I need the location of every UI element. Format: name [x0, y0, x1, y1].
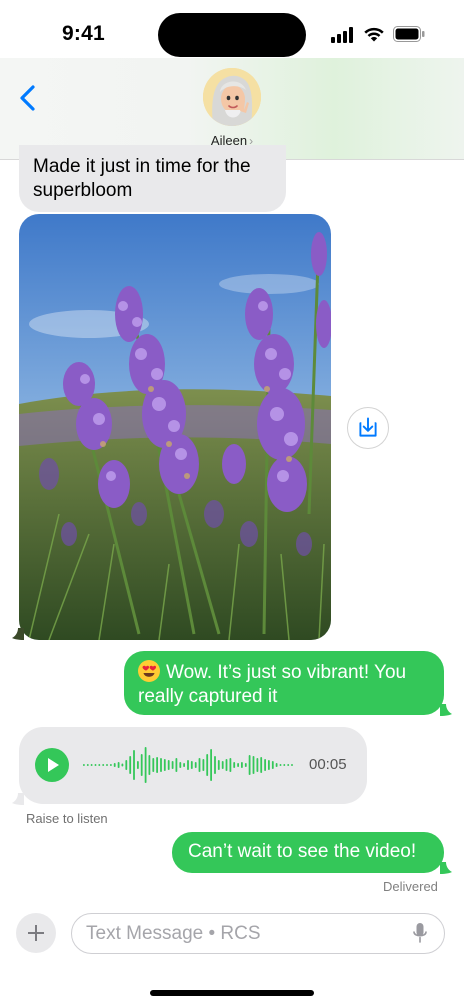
status-bar: 9:41	[0, 0, 464, 58]
incoming-message-bubble[interactable]: Made it just in time for the superbloom	[19, 145, 286, 212]
wifi-icon	[364, 27, 384, 42]
battery-icon	[393, 26, 425, 42]
outgoing-message-bubble[interactable]: Can’t wait to see the video!	[172, 832, 444, 873]
lavender-photo	[19, 214, 331, 640]
outgoing-message-bubble[interactable]: Wow. It’s just so vibrant! You really ca…	[124, 651, 444, 715]
message-text: Can’t wait to see the video!	[188, 841, 417, 862]
signal-icon	[331, 27, 355, 43]
bubble-tail	[12, 628, 24, 640]
audio-message-bubble[interactable]: 00:05	[19, 727, 367, 804]
message-text: Made it just in time for the superbloom	[33, 156, 251, 201]
back-chevron-icon[interactable]	[14, 80, 42, 116]
save-photo-button[interactable]	[347, 407, 389, 449]
contact-avatar[interactable]	[203, 68, 261, 126]
photo-message[interactable]	[19, 214, 331, 640]
bubble-tail	[440, 862, 452, 874]
heart-eyes-emoji-icon	[138, 660, 160, 682]
raise-to-listen-hint: Raise to listen	[26, 811, 108, 826]
memoji-avatar-icon	[203, 68, 261, 126]
status-time: 9:41	[62, 22, 105, 45]
message-composer[interactable]	[71, 913, 445, 954]
audio-waveform[interactable]	[83, 741, 295, 789]
bubble-tail	[440, 704, 452, 716]
dynamic-island	[158, 13, 306, 57]
text-message-input[interactable]	[86, 920, 396, 948]
add-attachment-button[interactable]	[16, 913, 56, 953]
bubble-tail	[12, 793, 24, 805]
play-audio-button[interactable]	[35, 748, 69, 782]
microphone-icon[interactable]	[412, 922, 428, 946]
audio-duration: 00:05	[309, 756, 347, 773]
save-download-icon	[359, 417, 377, 437]
message-text: Wow. It’s just so vibrant! You really ca…	[138, 662, 407, 707]
home-indicator	[150, 990, 314, 996]
delivery-status: Delivered	[383, 879, 438, 894]
